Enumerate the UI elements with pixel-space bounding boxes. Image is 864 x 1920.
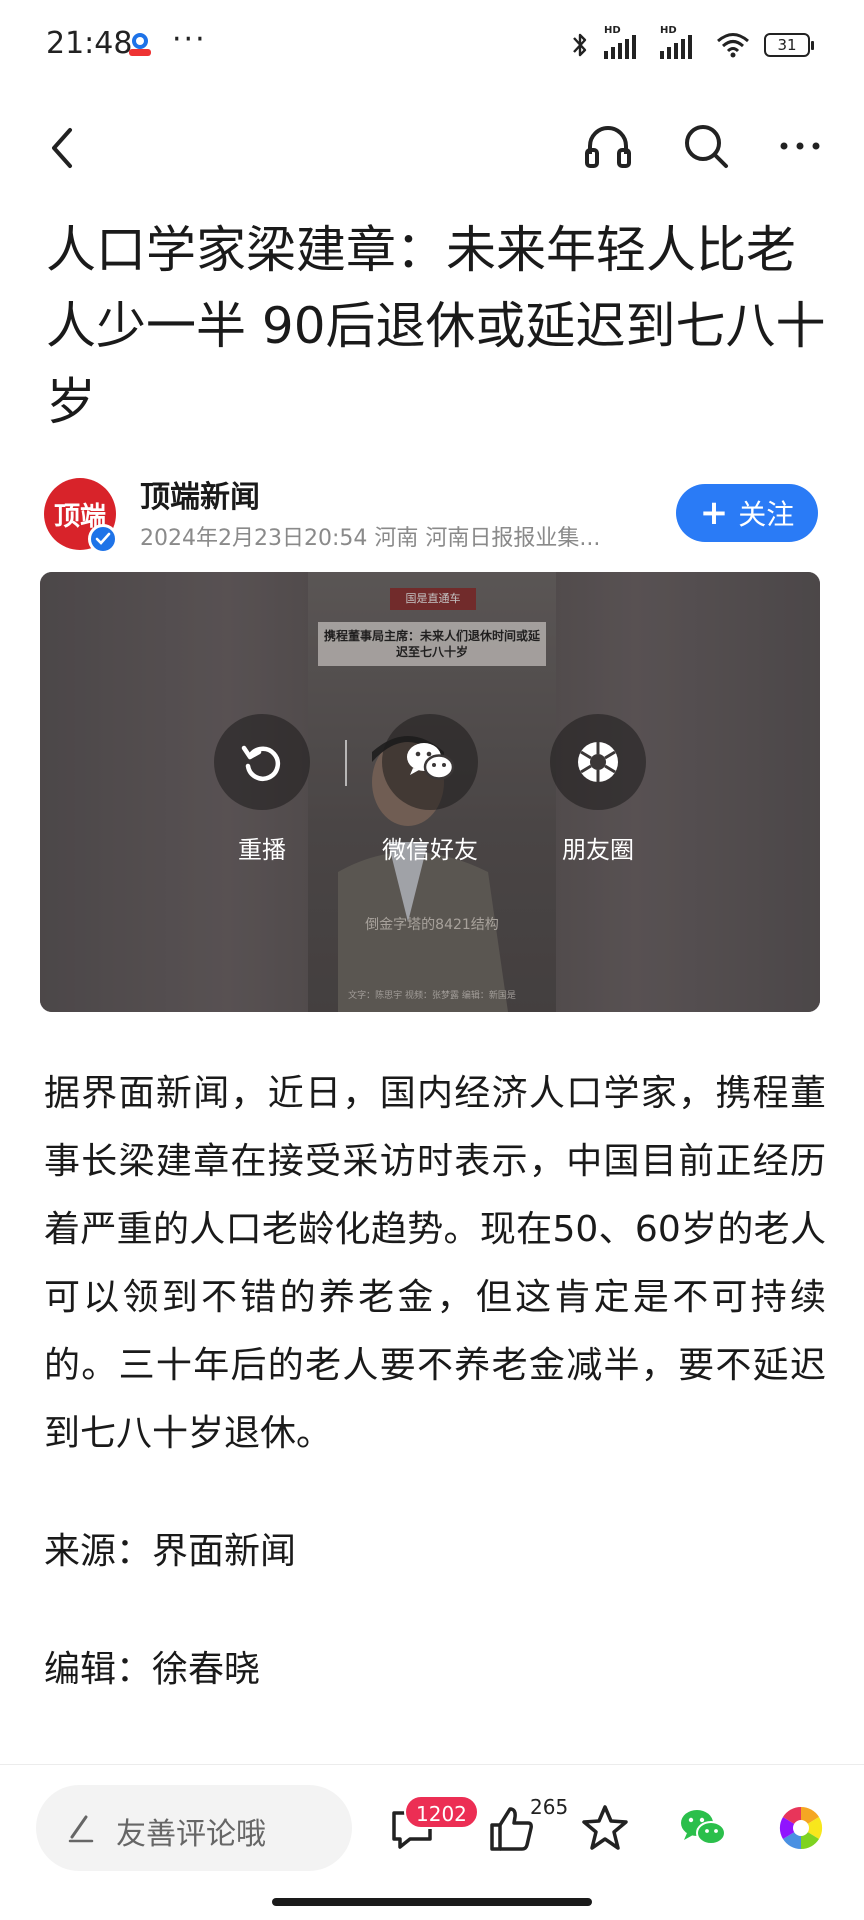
status-time: 21:48: [46, 26, 133, 61]
moments-share-icon[interactable]: [776, 1803, 826, 1853]
comment-count-badge: 1202: [404, 1795, 479, 1829]
battery-icon: 31: [764, 33, 814, 57]
moments-icon: [578, 742, 618, 782]
top-nav: [0, 92, 864, 204]
status-bar: 21:48 ··· HD HD 31: [0, 0, 864, 92]
article-paragraph: 据界面新闻，近日，国内经济人口学家，携程董事长梁建章在接受采访时表示，中国目前正…: [44, 1073, 826, 1454]
follow-button[interactable]: + 关注: [676, 484, 818, 542]
follow-label: 关注: [738, 498, 795, 531]
wechat-icon: [407, 743, 455, 780]
like-count: 265: [530, 1795, 569, 1819]
replay-label: 重播: [238, 836, 286, 864]
bottom-action-bar: 友善评论哦 1202 265: [0, 1764, 864, 1920]
author-row: 顶端 顶端新闻 2024年2月23日20:54 河南 河南日报报业集... + …: [44, 472, 824, 556]
headphones-icon[interactable]: [580, 118, 636, 174]
more-dots-icon[interactable]: [772, 118, 828, 174]
publish-meta: 2024年2月23日20:54 河南 河南日报报业集...: [140, 526, 601, 551]
share-divider: [345, 740, 347, 786]
comment-input[interactable]: 友善评论哦: [36, 1785, 352, 1871]
article-body: 据界面新闻，近日，国内经济人口学家，携程董事长梁建章在接受采访时表示，中国目前正…: [44, 1060, 826, 1754]
wifi-icon: [717, 33, 749, 58]
search-icon[interactable]: [678, 118, 734, 174]
like-icon[interactable]: [486, 1803, 536, 1853]
favorite-star-icon[interactable]: [580, 1803, 630, 1853]
moments-label: 朋友圈: [562, 836, 634, 864]
article-editor: 编辑：徐春晓: [44, 1649, 261, 1690]
article-source: 来源：界面新闻: [44, 1531, 297, 1572]
home-indicator[interactable]: [272, 1898, 592, 1906]
replay-button[interactable]: 重播: [212, 714, 312, 865]
wechat-label: 微信好友: [382, 836, 478, 864]
replay-icon: [241, 745, 281, 781]
video-player[interactable]: 国是直通车 携程董事局主席：未来人们退休时间或延迟至七八十岁 倒金字塔的8421…: [40, 572, 820, 1012]
cell-signal-2-icon: HD: [660, 25, 702, 59]
author-name[interactable]: 顶端新闻: [140, 472, 260, 516]
verified-badge-icon: [88, 524, 118, 554]
back-icon[interactable]: [40, 120, 84, 176]
comment-placeholder: 友善评论哦: [116, 1817, 266, 1852]
wechat-share-icon[interactable]: [678, 1803, 728, 1853]
share-wechat-button[interactable]: 微信好友: [380, 714, 480, 865]
cell-signal-icon: HD: [604, 25, 646, 59]
share-moments-button[interactable]: 朋友圈: [548, 714, 648, 865]
plus-icon: +: [699, 493, 729, 533]
status-indicators: HD HD 31: [570, 25, 814, 62]
article-title: 人口学家梁建章：未来年轻人比老人少一半 90后退休或延迟到七八十岁: [46, 221, 826, 431]
status-more-icon: ···: [172, 22, 207, 57]
bluetooth-icon: [573, 33, 587, 57]
app-notification-icon: [129, 33, 151, 56]
pen-icon: [68, 1815, 94, 1843]
